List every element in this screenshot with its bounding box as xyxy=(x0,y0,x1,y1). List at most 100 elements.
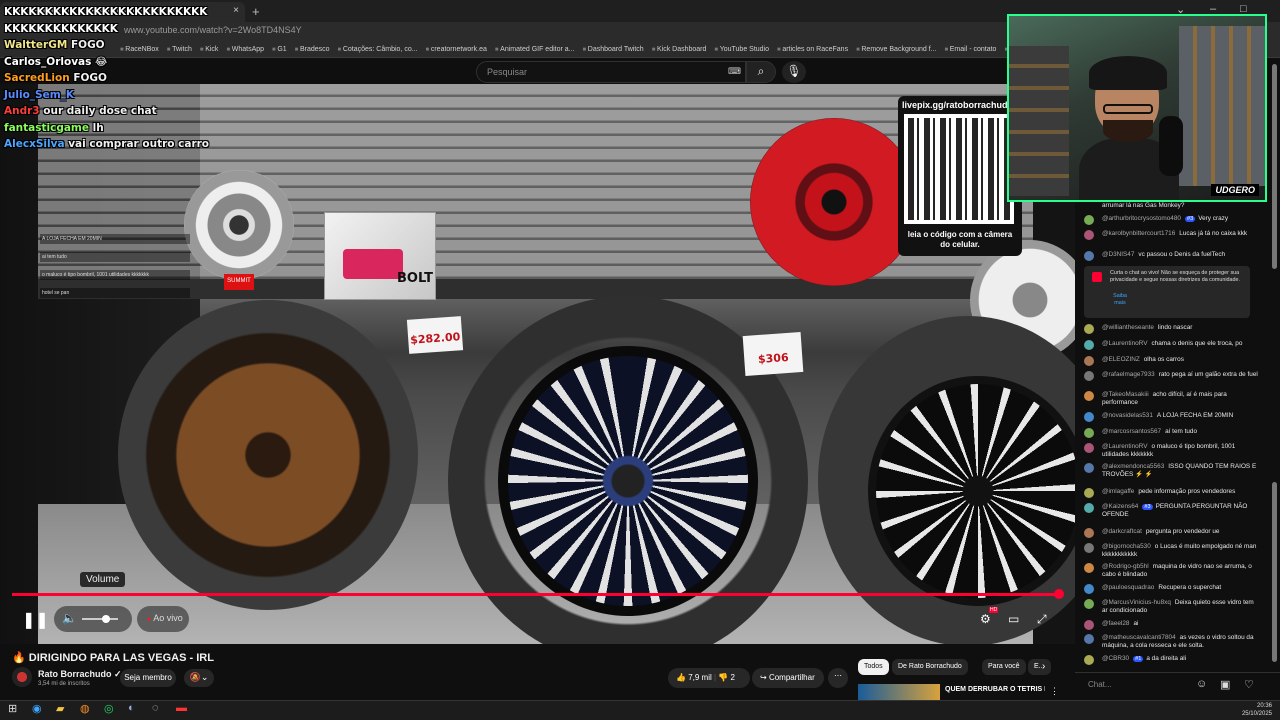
volume-icon[interactable]: 🔈 xyxy=(62,611,77,625)
chat-username[interactable]: @LaurentinoRV xyxy=(1102,340,1147,347)
chat-avatar[interactable] xyxy=(1084,503,1094,513)
chat-avatar[interactable] xyxy=(1084,463,1094,473)
chat-username[interactable]: @marcosrsantos567 xyxy=(1102,428,1161,435)
share-button[interactable]: ↪ Compartilhar xyxy=(752,668,824,688)
chat-avatar[interactable] xyxy=(1084,563,1094,573)
heart-icon[interactable]: ♡ xyxy=(1244,678,1254,691)
search-input[interactable]: Pesquisar xyxy=(476,61,746,83)
notification-bell-button[interactable]: 🔕⌄ xyxy=(184,669,214,687)
progress-scrubber[interactable] xyxy=(1054,589,1064,599)
chat-username[interactable]: @ELEOZINZ xyxy=(1102,356,1140,363)
chat-input[interactable]: Chat... xyxy=(1088,680,1112,689)
video-player[interactable]: BOLT SUMMIT $282.00 $306 livepix.gg/rato… xyxy=(0,84,1075,644)
filter-chip[interactable]: Para você xyxy=(982,659,1026,675)
more-actions-button[interactable]: ⋯ xyxy=(828,668,848,688)
super-chat-icon[interactable]: ▣ xyxy=(1220,678,1230,691)
bookmark-item[interactable]: YouTube Studio xyxy=(714,46,769,53)
chat-avatar[interactable] xyxy=(1084,230,1094,240)
chat-avatar[interactable] xyxy=(1084,584,1094,594)
clock[interactable]: 20:36 25/10/2025 xyxy=(1220,702,1272,718)
chat-username[interactable]: @Rodrigo-gb5hl xyxy=(1102,563,1149,570)
chat-username[interactable]: @alexmendonca5563 xyxy=(1102,463,1164,470)
chat-username[interactable]: @TakeoMasakiii xyxy=(1102,391,1149,398)
live-button[interactable]: Ao vivo xyxy=(137,606,189,632)
app-icon[interactable]: ▬ xyxy=(176,702,187,714)
channel-name[interactable]: Rato Borrachudo ✓ xyxy=(38,669,122,680)
bookmark-item[interactable]: creatornetwork.ea xyxy=(426,46,487,53)
miniplayer-icon[interactable]: ▭ xyxy=(1008,612,1019,626)
chat-avatar[interactable] xyxy=(1084,356,1094,366)
chat-avatar[interactable] xyxy=(1084,528,1094,538)
emoji-icon[interactable]: ☺ xyxy=(1196,678,1207,690)
app-icon[interactable]: ◍ xyxy=(80,702,90,715)
filter-chip[interactable]: E... xyxy=(1028,659,1051,675)
learn-more-link[interactable]: Saiba mais xyxy=(1110,290,1130,310)
chat-username[interactable]: @rafaelmage7933 xyxy=(1102,371,1155,378)
bookmark-item[interactable]: Email - contato xyxy=(944,46,997,53)
bookmark-item[interactable]: Cotações: Câmbio, co... xyxy=(338,46,418,53)
chat-avatar[interactable] xyxy=(1084,215,1094,225)
volume-slider[interactable] xyxy=(82,618,118,620)
chat-username[interactable]: @D3NIS47 xyxy=(1102,251,1134,258)
chat-username[interactable]: @faeel28 xyxy=(1102,620,1129,627)
like-dislike-buttons[interactable]: 👍 7,9 mil | 👎 2 xyxy=(668,668,750,688)
chat-username[interactable]: @pauloesquadrao xyxy=(1102,584,1154,591)
join-button[interactable]: Seja membro xyxy=(120,669,176,687)
chat-username[interactable]: @novasidelas531 xyxy=(1102,412,1153,419)
voice-search-button[interactable]: 🎙 xyxy=(782,61,806,83)
filter-chip[interactable]: Todos xyxy=(858,659,889,675)
bookmark-item[interactable]: G1 xyxy=(272,46,286,53)
url-field[interactable]: www.youtube.com/watch?v=2Wo8TD4NS4Y xyxy=(120,25,1000,39)
close-tab-icon[interactable]: × xyxy=(233,5,239,16)
chat-username[interactable]: @LaurentinoRV xyxy=(1102,443,1147,450)
obs-icon[interactable]: ◌ xyxy=(152,702,159,714)
chat-avatar[interactable] xyxy=(1084,443,1094,453)
bookmark-item[interactable]: Bradesco xyxy=(295,46,330,53)
chat-username[interactable]: @Kaizens64 xyxy=(1102,503,1138,510)
chat-avatar[interactable] xyxy=(1084,340,1094,350)
settings-gear-icon[interactable]: ⚙ xyxy=(980,612,991,626)
chat-avatar[interactable] xyxy=(1084,634,1094,644)
chat-avatar[interactable] xyxy=(1084,324,1094,334)
chat-avatar[interactable] xyxy=(1084,371,1094,381)
bookmark-item[interactable]: Animated GIF editor a... xyxy=(495,46,574,53)
file-explorer-icon[interactable]: ▰ xyxy=(56,702,64,715)
related-video-thumbnail[interactable] xyxy=(858,684,940,700)
thumbs-down-icon[interactable]: 👎 xyxy=(718,673,728,682)
fullscreen-icon[interactable]: ⤢ xyxy=(1037,612,1047,627)
chat-username[interactable]: @matheuscavalcanti7804 xyxy=(1102,634,1176,641)
app-icon[interactable]: ◐ xyxy=(128,702,135,714)
chat-avatar[interactable] xyxy=(1084,620,1094,630)
scrollbar[interactable] xyxy=(1271,64,1278,664)
channel-avatar[interactable] xyxy=(12,667,32,687)
bookmark-item[interactable]: Kick Dashboard xyxy=(652,46,706,53)
chat-username[interactable]: @darkcraftcat xyxy=(1102,528,1142,535)
whatsapp-icon[interactable]: ◎ xyxy=(104,702,114,715)
chat-avatar[interactable] xyxy=(1084,488,1094,498)
chat-avatar[interactable] xyxy=(1084,543,1094,553)
chat-username[interactable]: @bigornocha530 xyxy=(1102,543,1151,550)
chat-avatar[interactable] xyxy=(1084,391,1094,401)
chat-username[interactable]: @CBR30 xyxy=(1102,655,1129,662)
chat-username[interactable]: @MarcusVinicius-hu8xq xyxy=(1102,599,1171,606)
related-video-title[interactable]: QUEM DERRUBAR O TETRIS PERDE TUDO!! xyxy=(945,686,1045,693)
search-button[interactable]: ⌕ xyxy=(746,61,776,83)
keyboard-icon[interactable]: ⌨ xyxy=(728,66,741,77)
chat-avatar[interactable] xyxy=(1084,251,1094,261)
new-tab-icon[interactable]: + xyxy=(252,4,260,19)
bookmark-item[interactable]: Dashboard Twitch xyxy=(582,46,644,53)
chat-avatar[interactable] xyxy=(1084,428,1094,438)
bookmark-item[interactable]: WhatsApp xyxy=(226,46,264,53)
pause-icon[interactable]: ❚❚ xyxy=(22,610,49,630)
progress-bar[interactable] xyxy=(12,593,1058,596)
chat-avatar[interactable] xyxy=(1084,655,1094,665)
chat-username[interactable]: @arthurbritocrysostomo480 xyxy=(1102,215,1181,222)
windows-start-icon[interactable]: ⊞ xyxy=(8,702,17,715)
chevron-right-icon[interactable]: › xyxy=(1042,661,1045,672)
chat-username[interactable]: @imlagaffe xyxy=(1102,488,1134,495)
chat-avatar[interactable] xyxy=(1084,599,1094,609)
chat-username[interactable]: @karolbynbittercourt1716 xyxy=(1102,230,1175,237)
bookmark-item[interactable]: articles on RaceFans xyxy=(777,46,848,53)
bookmark-item[interactable]: Remove Background f... xyxy=(856,46,936,53)
chat-username[interactable]: @williantheseante xyxy=(1102,324,1154,331)
